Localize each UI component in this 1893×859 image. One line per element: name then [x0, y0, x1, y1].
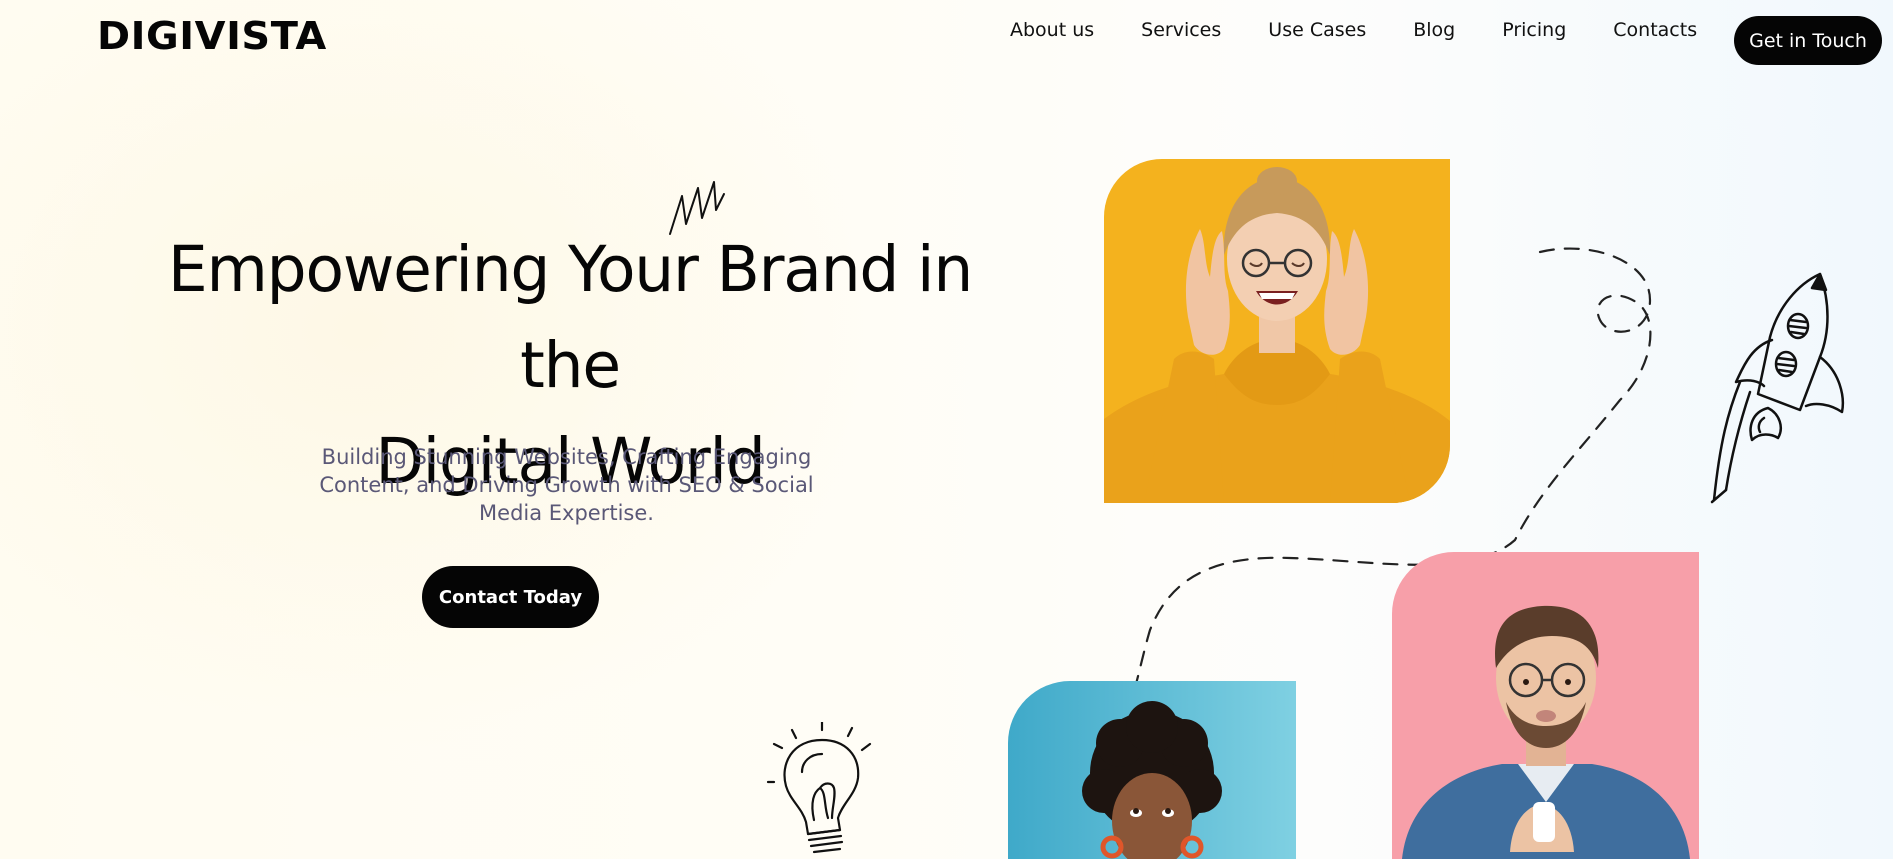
nav-blog[interactable]: Blog [1413, 19, 1455, 41]
excited-woman-photo [1104, 159, 1450, 503]
nav-use-cases[interactable]: Use Cases [1268, 19, 1366, 41]
lightbulb-icon [766, 722, 872, 854]
thinking-man-photo [1392, 552, 1699, 859]
nav-services[interactable]: Services [1141, 19, 1221, 41]
main-nav: About us Services Use Cases Blog Pricing… [1010, 19, 1697, 41]
brand-logo[interactable]: DIGIVISTA [97, 14, 327, 58]
curly-hair-woman-photo [1008, 681, 1296, 859]
nav-about-us[interactable]: About us [1010, 19, 1094, 41]
hero-subtitle: Building Stunning Websites, Crafting Eng… [319, 445, 814, 525]
contact-today-button[interactable]: Contact Today [422, 566, 599, 628]
nav-contacts[interactable]: Contacts [1613, 19, 1697, 41]
rocket-icon [1710, 272, 1844, 504]
hero-title-line-1: Empowering Your Brand in the [167, 233, 973, 402]
get-in-touch-button[interactable]: Get in Touch [1734, 16, 1882, 65]
nav-pricing[interactable]: Pricing [1502, 19, 1566, 41]
